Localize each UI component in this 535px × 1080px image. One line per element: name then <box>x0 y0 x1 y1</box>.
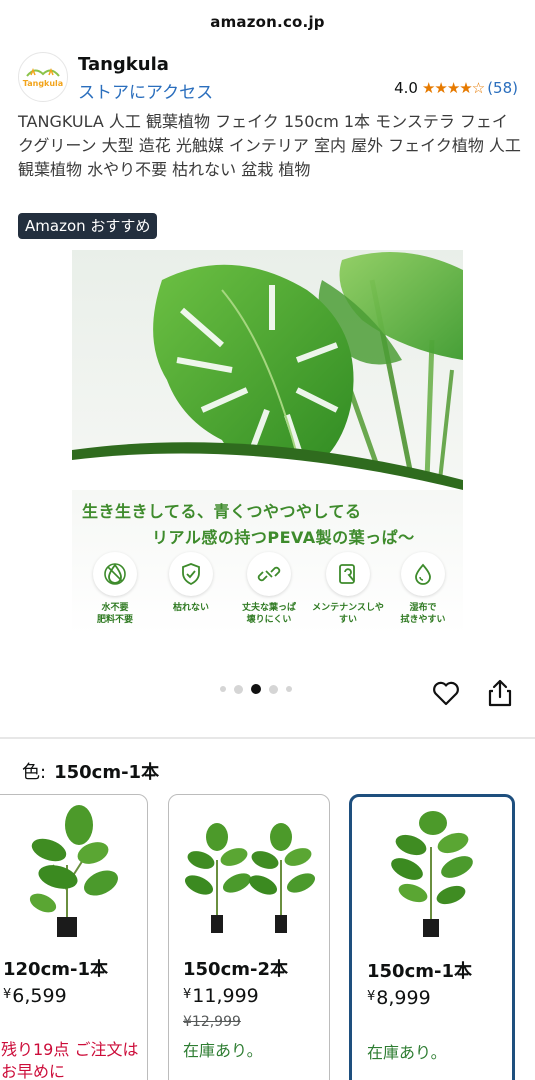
amazon-choice-badge: Amazon おすすめ <box>18 213 158 239</box>
feature-never-wilt: 枯れない <box>160 552 222 614</box>
hero-headline-2: リアル感の持つPEVA製の葉っぱ～ <box>152 528 415 547</box>
variant-stock-status: 在庫あり。 <box>183 1041 263 1060</box>
carousel-dot[interactable] <box>286 686 292 692</box>
product-image[interactable]: 生き生きしてる、青くつやつやしてる リアル感の持つPEVA製の葉っぱ～ 水不要 … <box>72 250 463 635</box>
url-bar[interactable]: amazon.co.jp <box>0 0 535 44</box>
feature-maintenance: メンテナンスしやすい <box>312 552 384 626</box>
variant-stock-status: 在庫あり。 <box>367 1043 447 1062</box>
feature-label: メンテナンスしやすい <box>312 603 384 625</box>
feature-easy-wipe: 湿布で 拭きやすい <box>392 552 454 626</box>
carousel-dot[interactable] <box>269 684 278 694</box>
variant-price-value: 6,599 <box>12 985 67 1007</box>
feature-durable: 丈夫な葉っぱ 壊りにくい <box>238 552 300 626</box>
feature-label: 枯れない <box>172 603 209 613</box>
brand-logo[interactable]: Tangkula <box>18 52 68 102</box>
variant-price-value: 11,999 <box>192 985 259 1007</box>
section-divider <box>0 737 535 739</box>
carousel-dot-active[interactable] <box>251 684 261 694</box>
product-title: TANGKULA 人工 観葉植物 フェイク 150cm 1本 モンステラ フェイ… <box>18 112 521 179</box>
feature-no-water: 水不要 肥料不要 <box>84 552 146 626</box>
variant-card-120cm-1[interactable]: 120cm-1本 ¥6,599 残り19点 ご注文はお早めに <box>0 794 148 1080</box>
variant-old-price: ¥12,999 <box>183 1014 241 1030</box>
variant-price-value: 8,999 <box>376 987 431 1009</box>
color-selected-value: 150cm-1本 <box>54 762 160 783</box>
variant-price: ¥6,599 <box>3 985 67 1007</box>
no-water-icon <box>93 552 137 596</box>
variant-image <box>352 807 512 947</box>
review-count-link[interactable]: (58) <box>487 79 518 97</box>
variant-price: ¥11,999 <box>183 985 259 1007</box>
variant-name: 150cm-1本 <box>367 961 472 982</box>
color-selection-label: 色: 150cm-1本 <box>22 758 159 784</box>
feature-label: 丈夫な葉っぱ 壊りにくい <box>241 603 296 625</box>
variant-low-stock: 残り19点 ご注文はお早めに <box>1 1040 139 1080</box>
share-icon[interactable] <box>486 678 514 708</box>
broken-link-icon <box>247 552 291 596</box>
variant-currency: ¥ <box>3 987 12 1002</box>
carousel-dot[interactable] <box>220 686 226 692</box>
color-label: 色: <box>22 762 47 783</box>
variant-card-150cm-1-selected[interactable]: 150cm-1本 ¥8,999 在庫あり。 <box>349 794 515 1080</box>
variant-currency: ¥ <box>183 987 192 1002</box>
monstera-leaves-image <box>72 252 463 490</box>
url-text: amazon.co.jp <box>210 13 325 31</box>
shield-check-icon <box>169 552 213 596</box>
variant-name: 120cm-1本 <box>3 959 108 980</box>
water-drop-icon <box>401 552 445 596</box>
brand-logo-image: Tangkula <box>23 67 63 88</box>
hero-headline-1: 生き生きしてる、青くつやつやしてる <box>82 502 362 521</box>
rating-value: 4.0 <box>394 79 418 97</box>
carousel-dot[interactable] <box>234 684 243 694</box>
variant-image <box>169 805 329 945</box>
visit-store-link[interactable]: ストアにアクセス <box>78 78 213 103</box>
brand-row: Tangkula Tangkula ストアにアクセス 4.0 ★★★★☆ (58… <box>18 52 518 104</box>
brand-logo-text: Tangkula <box>23 79 63 88</box>
variant-image <box>0 805 147 945</box>
rating-stars-icon: ★★★★☆ <box>421 79 485 97</box>
variant-card-150cm-2[interactable]: 150cm-2本 ¥11,999 ¥12,999 在庫あり。 <box>168 794 330 1080</box>
brand-name[interactable]: Tangkula <box>78 54 169 75</box>
heart-icon[interactable] <box>431 678 461 708</box>
carousel-indicator[interactable] <box>220 684 292 694</box>
feature-label: 湿布で 拭きやすい <box>400 603 446 625</box>
variant-name: 150cm-2本 <box>183 959 288 980</box>
variant-price: ¥8,999 <box>367 987 431 1009</box>
feature-label: 水不要 肥料不要 <box>96 603 133 625</box>
variant-currency: ¥ <box>367 989 376 1004</box>
maintenance-icon <box>326 552 370 596</box>
rating-summary[interactable]: 4.0 ★★★★☆ (58) <box>394 79 518 97</box>
